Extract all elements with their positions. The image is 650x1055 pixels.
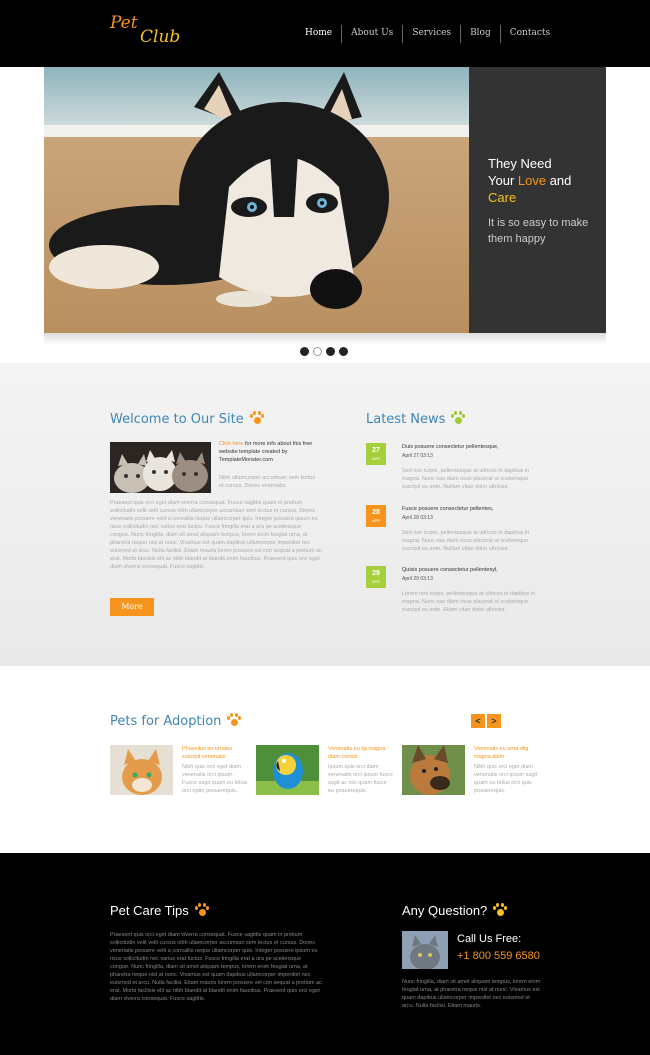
site-footer	[0, 853, 650, 1055]
hero-caption-panel: They Need Your Love and Care It is so ea…	[469, 67, 606, 333]
pet-description: Nibh quis orci eget diam venenatis orci …	[474, 764, 538, 794]
next-arrow-button[interactable]: >	[487, 714, 501, 728]
paw-icon	[493, 903, 508, 917]
news-meta: April 29 03:13	[402, 576, 433, 582]
logo-pet: Pet	[110, 13, 138, 33]
slider-dot-1[interactable]	[300, 347, 309, 356]
kitten-image[interactable]	[110, 745, 173, 795]
adoption-title: Pets for Adoption	[110, 713, 242, 729]
any-question-body: Nunc fringilla, diam sit amet aliquam te…	[402, 979, 541, 1009]
adoption-title-text: Pets for Adoption	[110, 714, 222, 729]
news-date-badge: 28 APR	[366, 505, 386, 527]
nav-blog[interactable]: Blog	[461, 25, 501, 43]
hero-husky-image	[44, 67, 469, 333]
pet-description: Nibh quis orci eget diam venenatis orci …	[182, 764, 248, 794]
parrot-image[interactable]	[256, 745, 319, 795]
hero-subtitle: It is so easy to make them happy	[488, 217, 589, 245]
welcome-title: Welcome to Our Site	[110, 411, 265, 427]
news-meta: April 28 03:13	[402, 515, 433, 521]
pet-title-link[interactable]: Phasellus eu urnaeu suscipit venenatis	[182, 745, 248, 761]
prev-arrow-button[interactable]: <	[471, 714, 485, 728]
paw-icon	[451, 411, 466, 425]
more-button[interactable]: More	[110, 598, 154, 616]
logo-club: Club	[140, 27, 181, 47]
kittens-image	[110, 442, 211, 493]
hero-shadow	[44, 333, 606, 345]
hero-headline: They Need Your Love and Care	[488, 155, 603, 206]
news-day: 27	[372, 447, 380, 454]
pet-care-tips-title: Pet Care Tips	[110, 903, 210, 918]
news-date-badge: 27 APR	[366, 443, 386, 465]
site-header: Pet Club Home About Us Services Blog Con…	[0, 0, 650, 67]
pet-card: Phasellus eu urnaeu suscipit venenatis N…	[110, 745, 250, 815]
pet-title-link[interactable]: Venenatis eu urna dlig magna diam	[474, 745, 540, 761]
pet-title-link[interactable]: Venenatis eu lig magna diam cursus	[328, 745, 394, 761]
paw-icon	[227, 713, 242, 727]
main-nav: Home About Us Services Blog Contacts	[296, 25, 559, 43]
nav-contacts[interactable]: Contacts	[501, 25, 559, 43]
hero-line-1: They Need	[488, 156, 552, 171]
call-us-label: Call Us Free:	[457, 933, 522, 945]
phone-number[interactable]: +1 800 559 6580	[457, 950, 540, 962]
news-title-text: Latest News	[366, 412, 446, 427]
news-title: Latest News	[366, 411, 466, 427]
welcome-title-text: Welcome to Our Site	[110, 412, 244, 427]
paw-icon	[194, 903, 210, 917]
any-question-title: Any Question?	[402, 903, 508, 918]
pet-card: Venenatis eu urna dlig magna diam Nibh q…	[402, 745, 542, 815]
welcome-click-here-link[interactable]: Click here	[219, 441, 243, 447]
slider-dot-3[interactable]	[326, 347, 335, 356]
pet-card: Venenatis eu lig magna diam cursus Ipsum…	[256, 745, 396, 815]
news-body: Lorem non turpis, pellentesque at ultric…	[402, 591, 535, 613]
hero-care-word: Care	[488, 190, 517, 205]
content-band	[0, 363, 650, 666]
welcome-body: Praesent quis orci eget diam viverra con…	[110, 500, 322, 570]
nav-services[interactable]: Services	[403, 25, 462, 43]
any-question-title-text: Any Question?	[402, 903, 488, 918]
hero-love-word: Love	[517, 173, 547, 188]
news-headline-link[interactable]: Duis posuere consectetur pellentesque,	[402, 443, 542, 451]
nav-home[interactable]: Home	[296, 25, 343, 43]
slider-dot-4[interactable]	[339, 347, 348, 356]
pet-description: Ipsum quis orci diam venenatis orci ipsu…	[328, 764, 393, 794]
page: Pet Club Home About Us Services Blog Con…	[0, 0, 650, 1055]
slider-dot-2[interactable]	[313, 347, 322, 356]
welcome-intro: Click here for more info about this free…	[219, 440, 319, 464]
hero-line-2: Your Love and	[488, 172, 603, 189]
hero-line-2-prefix: Your	[488, 173, 518, 188]
pet-care-tips-body: Praesent quis orci eget diam viverra con…	[110, 932, 322, 1002]
news-body: Sed non turpis, pellentesque at ultrices…	[402, 530, 530, 552]
news-month: APR	[371, 456, 381, 461]
dog-image[interactable]	[402, 745, 465, 795]
gray-cat-image	[402, 931, 448, 969]
news-day: 28	[372, 509, 380, 516]
adoption-carousel-controls: < >	[471, 714, 501, 728]
welcome-gray-intro: Nibh ullamcorper accumsan sem lectus et …	[219, 475, 315, 489]
slider-pagination	[300, 347, 348, 356]
nav-about-us[interactable]: About Us	[342, 25, 404, 43]
news-meta: April 27 03:13	[402, 453, 433, 459]
news-headline-link[interactable]: Quisis posuere consectetur pellentesyl,	[402, 566, 542, 574]
hero-slider: They Need Your Love and Care It is so ea…	[44, 67, 606, 333]
pet-care-tips-title-text: Pet Care Tips	[110, 903, 189, 918]
news-date-badge: 29 APR	[366, 566, 386, 588]
news-body: Sed non turpis, pellentesque at ultrices…	[402, 468, 530, 490]
news-headline-link[interactable]: Fusce posuere consectetur pellentes,	[402, 505, 542, 513]
news-month: APR	[371, 518, 381, 523]
news-day: 29	[372, 570, 380, 577]
hero-line-2-suffix: and	[546, 173, 572, 188]
news-month: APR	[371, 579, 381, 584]
paw-icon	[249, 411, 265, 425]
